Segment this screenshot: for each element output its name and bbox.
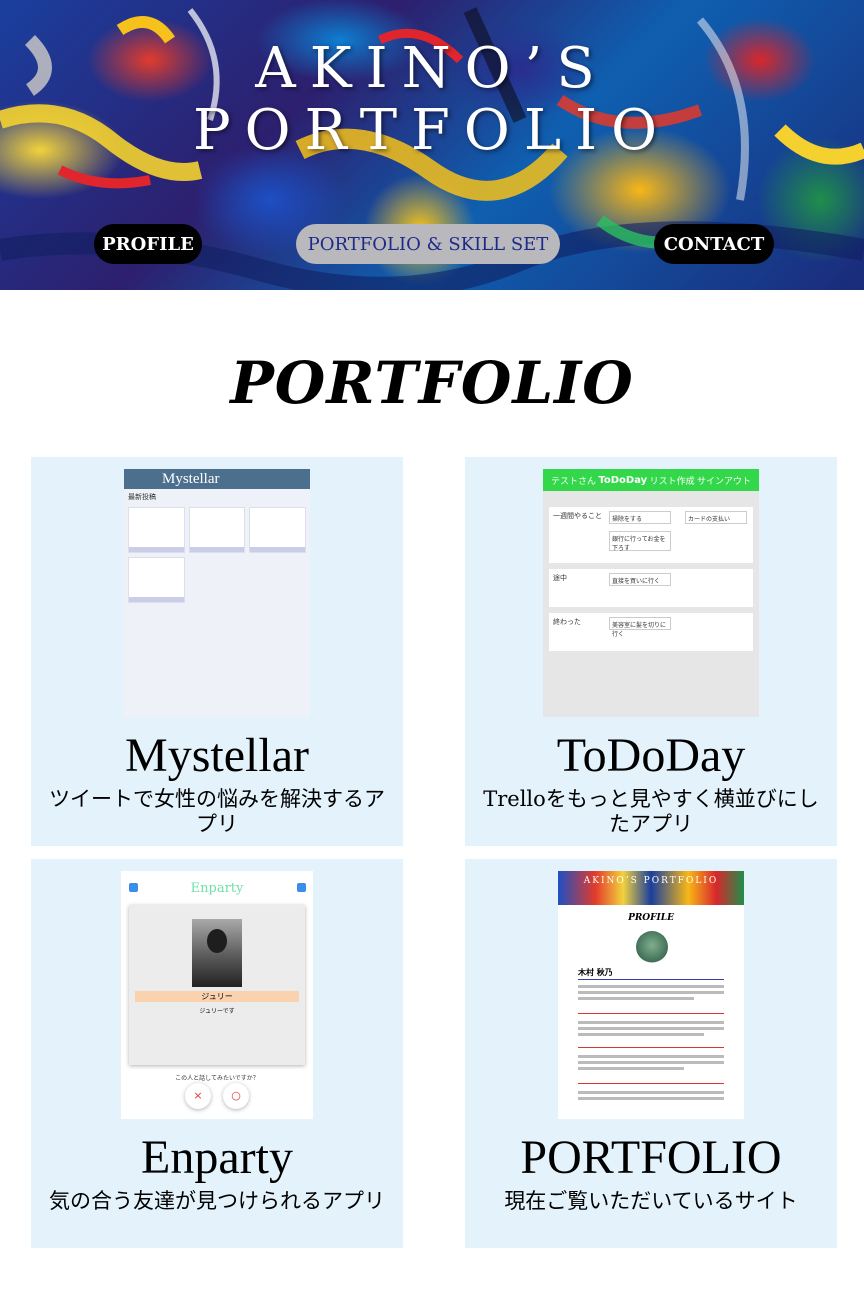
- tododay-card: 美容室に髪を切りに行く: [609, 617, 671, 638]
- card-description: 現在ご覧いただいているサイト: [504, 1189, 798, 1213]
- tododay-row-label: 終わった: [553, 618, 581, 626]
- tododay-thumb-row: 途中 直接を買いに行く: [549, 569, 753, 607]
- text-line: [578, 1033, 704, 1036]
- text-line: [578, 991, 724, 994]
- card-description: 気の合う友達が見つけられるアプリ: [49, 1189, 385, 1213]
- tododay-card: カードの支払い: [685, 511, 747, 524]
- reject-icon: ×: [185, 1083, 211, 1109]
- text-line: [578, 997, 694, 1000]
- nav-portfolio-skill-button[interactable]: PORTFOLIO & SKILL SET: [296, 224, 560, 264]
- tododay-thumb-row: 一週間やること 掃除をする 銀行に行ってお金を下ろす カードの支払い: [549, 507, 753, 563]
- tododay-thumb-header: テストさん ToDoDay リスト作成 サインアウト: [543, 469, 759, 491]
- site-title-line1: AKINO’S: [255, 36, 609, 101]
- enparty-thumb-photo: [192, 919, 242, 987]
- text-line: [578, 1021, 724, 1024]
- tododay-screenshot[interactable]: テストさん ToDoDay リスト作成 サインアウト 一週間やること 掃除をする…: [543, 469, 759, 717]
- enparty-thumb-person-note: ジュリーです: [199, 1008, 235, 1015]
- text-line: [578, 1061, 724, 1064]
- mystellar-thumb-cell: [188, 507, 246, 553]
- mystellar-thumb-grid: [124, 505, 310, 605]
- tododay-row-label: 一週間やること: [553, 512, 602, 520]
- card-title: ToDoDay: [556, 729, 746, 782]
- tododay-thumb-row: 終わった 美容室に髪を切りに行く: [549, 613, 753, 651]
- enparty-screenshot[interactable]: Enparty ジュリー ジュリーです この人と話してみたいですか？ × ○: [121, 871, 313, 1119]
- mystellar-thumb-cell: [128, 557, 185, 603]
- tododay-thumb-list: リスト作成: [649, 476, 695, 487]
- tododay-thumb-user: テストさん: [551, 476, 597, 487]
- divider: [578, 1047, 724, 1048]
- site-title-line2: PORTFOLIO: [192, 98, 672, 163]
- portfolio-thumb-banner: AKINO’S PORTFOLIO: [558, 871, 744, 905]
- avatar: [636, 931, 668, 963]
- portfolio-card-enparty[interactable]: Enparty ジュリー ジュリーです この人と話してみたいですか？ × ○ E…: [31, 859, 403, 1248]
- tododay-thumb-signout: サインアウト: [696, 476, 751, 487]
- site-title: AKINO’S PORTFOLIO: [0, 38, 864, 162]
- tododay-card: 銀行に行ってお金を下ろす: [609, 531, 671, 552]
- enparty-thumb-question: この人と話してみたいですか？: [175, 1075, 259, 1082]
- portfolio-thumb-name: 木村 秋乃: [578, 968, 613, 977]
- divider: [578, 1083, 724, 1084]
- text-line: [578, 1055, 724, 1058]
- text-line: [578, 1091, 724, 1094]
- card-description: Trelloをもっと見やすく横並びにしたアプリ: [483, 787, 819, 836]
- mystellar-thumb-subtitle: 最新投稿: [128, 493, 156, 501]
- tododay-card: 直接を買いに行く: [609, 573, 671, 586]
- text-line: [578, 1067, 684, 1070]
- tododay-card: 掃除をする: [609, 511, 671, 524]
- mystellar-thumb-cell: [249, 507, 306, 553]
- text-line: [578, 1027, 724, 1030]
- mystellar-thumb-cell: [128, 507, 185, 553]
- portfolio-screenshot[interactable]: AKINO’S PORTFOLIO PROFILE 木村 秋乃: [558, 871, 744, 1119]
- enparty-thumb-title: Enparty: [190, 881, 244, 896]
- enparty-thumb-person-name: ジュリー: [135, 991, 299, 1002]
- portfolio-thumb-heading: PROFILE: [628, 913, 674, 923]
- contact-icon: [297, 883, 306, 892]
- section-title: PORTFOLIO: [230, 349, 634, 417]
- divider: [578, 1013, 724, 1014]
- portfolio-card-mystellar[interactable]: Mystellar 最新投稿 Mystellar ツイートで女性の悩みを解決する…: [31, 457, 403, 846]
- card-title: Enparty: [141, 1131, 293, 1184]
- mystellar-screenshot[interactable]: Mystellar 最新投稿: [124, 469, 310, 717]
- accept-icon: ○: [223, 1083, 249, 1109]
- text-line: [578, 985, 724, 988]
- nav-profile-button[interactable]: PROFILE: [94, 224, 202, 264]
- hero-banner: AKINO’S PORTFOLIO PROFILE PORTFOLIO & SK…: [0, 0, 864, 290]
- mystellar-thumb-header: Mystellar: [124, 469, 310, 489]
- text-line: [578, 1097, 724, 1100]
- portfolio-card-tododay[interactable]: テストさん ToDoDay リスト作成 サインアウト 一週間やること 掃除をする…: [465, 457, 837, 846]
- card-title: Mystellar: [125, 729, 309, 782]
- tododay-thumb-brand: ToDoDay: [598, 474, 648, 486]
- divider: [578, 979, 724, 980]
- portfolio-card-portfolio[interactable]: AKINO’S PORTFOLIO PROFILE 木村 秋乃 PORTFOLI…: [465, 859, 837, 1248]
- card-description: ツイートで女性の悩みを解決するアプリ: [49, 787, 385, 836]
- nav-contact-button[interactable]: CONTACT: [654, 224, 774, 264]
- card-title: PORTFOLIO: [520, 1131, 782, 1184]
- tododay-row-label: 途中: [553, 574, 567, 582]
